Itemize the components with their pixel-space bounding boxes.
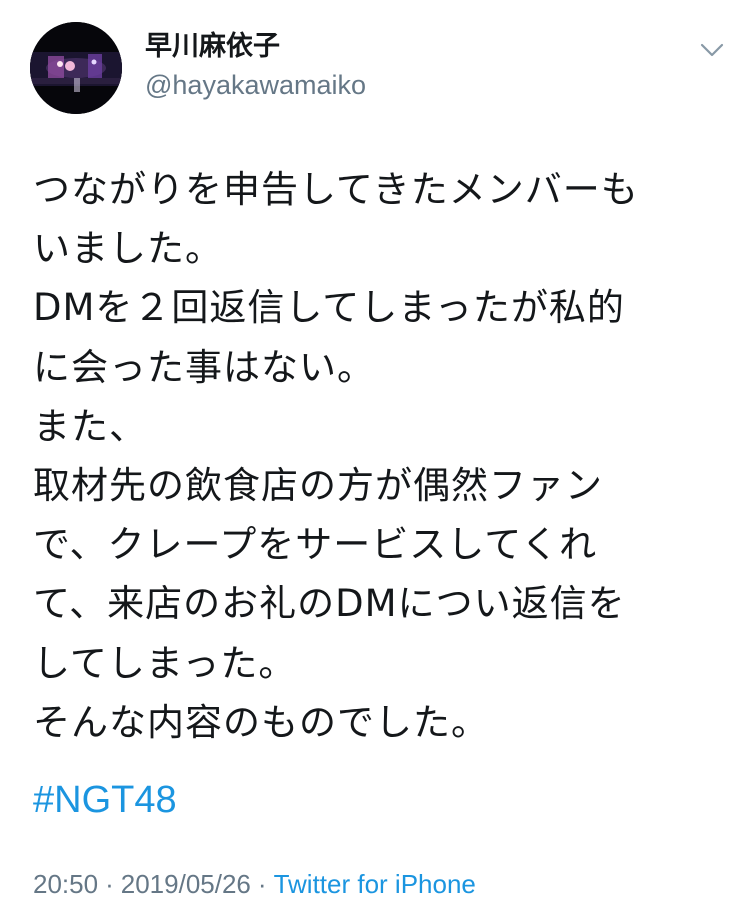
- tweet-source-link[interactable]: Twitter for iPhone: [274, 869, 476, 899]
- tweet-text-line: に会った事はない。: [33, 345, 375, 389]
- tweet-text-line: いました。: [33, 227, 223, 271]
- tweet-text-line: また、: [33, 404, 147, 448]
- hashtag-link[interactable]: #NGT48: [33, 775, 177, 825]
- tweet-time[interactable]: 20:50: [33, 869, 98, 899]
- tweet-text-line: で、クレープをサービスしてくれ: [33, 523, 598, 567]
- meta-separator: ·: [257, 869, 267, 899]
- tweet-meta: 20:50 · 2019/05/26 · Twitter for iPhone: [33, 866, 476, 902]
- tweet-text-line: してしまった。: [33, 641, 297, 685]
- tweet-text-line: DMを２回返信してしまったが私的: [33, 286, 625, 330]
- author-names: 早川麻依子 @hayakawamaiko: [145, 30, 366, 102]
- tweet-text-line: 取材先の飲食店の方が偶然ファン: [33, 464, 603, 508]
- avatar-photo-icon: [30, 22, 122, 114]
- chevron-down-icon[interactable]: [698, 36, 726, 64]
- tweet-header: 早川麻依子 @hayakawamaiko: [30, 22, 730, 114]
- tweet-text-line: そんな内容のものでした。: [33, 700, 489, 744]
- tweet-card: 早川麻依子 @hayakawamaiko つながりを申告してきたメンバーも いま…: [0, 0, 750, 913]
- tweet-date[interactable]: 2019/05/26: [121, 869, 251, 899]
- meta-separator: ·: [105, 869, 114, 899]
- tweet-text-line: て、来店のお礼のDMについ返信を: [33, 582, 626, 626]
- author-display-name[interactable]: 早川麻依子: [145, 30, 366, 64]
- tweet-text: つながりを申告してきたメンバーも いました。 DMを２回返信してしまったが私的 …: [33, 160, 723, 752]
- tweet-text-line: つながりを申告してきたメンバーも: [33, 168, 639, 211]
- author-handle[interactable]: @hayakawamaiko: [145, 68, 366, 102]
- avatar[interactable]: [30, 22, 122, 114]
